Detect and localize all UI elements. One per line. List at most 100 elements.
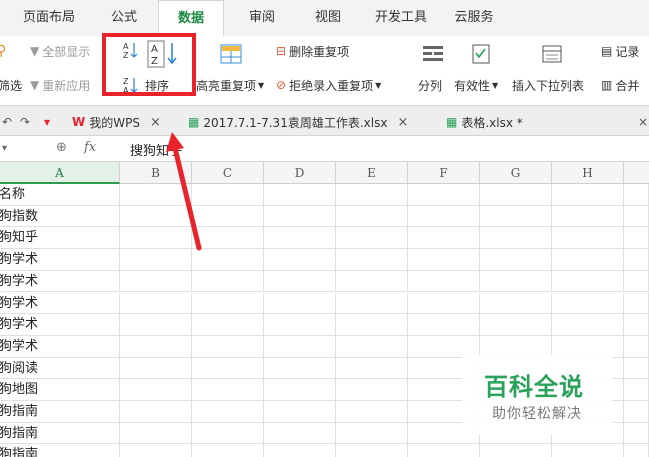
split-column-button[interactable]: 分列 (418, 74, 442, 96)
validity-button[interactable]: 有效性 ▼ (454, 74, 498, 96)
redo-icon[interactable]: ↷ (20, 111, 30, 133)
tab-cloud[interactable]: 云服务 (444, 0, 504, 36)
merge-button[interactable]: ▥ 合并 (601, 74, 639, 96)
undo-icon[interactable]: ↶ (2, 111, 12, 133)
show-all-button[interactable]: ▼ 全部显示 (30, 40, 90, 62)
cell-empty[interactable] (192, 270, 264, 293)
cell-empty[interactable] (624, 444, 649, 457)
cell-empty[interactable] (336, 249, 408, 271)
cell-empty[interactable] (120, 270, 192, 293)
cell-empty[interactable] (192, 314, 264, 336)
tab-page-layout[interactable]: 页面布局 (10, 0, 88, 36)
cell-empty[interactable] (408, 292, 480, 315)
cell-empty[interactable] (480, 227, 552, 250)
insert-dropdown-icon[interactable] (541, 44, 563, 64)
cell-empty[interactable] (408, 227, 480, 250)
cell-empty[interactable] (120, 205, 192, 228)
cell-empty[interactable] (552, 444, 624, 457)
cell-empty[interactable] (480, 249, 552, 271)
cell-empty[interactable] (480, 205, 552, 228)
record-button[interactable]: ▤ 记录 (601, 40, 639, 62)
cell-empty[interactable] (192, 184, 264, 206)
cell-empty[interactable] (192, 335, 264, 358)
cell-empty[interactable] (336, 444, 408, 457)
cell-empty[interactable] (192, 205, 264, 228)
cell-empty[interactable] (336, 314, 408, 336)
cell-a[interactable]: 狗学术 (0, 249, 120, 271)
tab-data[interactable]: 数据 (158, 0, 224, 37)
cell-empty[interactable] (552, 249, 624, 271)
column-header-b[interactable]: B (120, 162, 192, 184)
tab-my-wps[interactable]: W 我的WPS × (72, 111, 161, 133)
cell-empty[interactable] (336, 422, 408, 445)
cell-empty[interactable] (408, 314, 480, 336)
cell-a[interactable]: 狗指南 (0, 401, 120, 423)
cell-empty[interactable] (480, 314, 552, 336)
validity-icon[interactable] (470, 44, 492, 64)
cell-empty[interactable] (624, 422, 649, 445)
tab-worksheet-file[interactable]: ▦ 2017.7.1-7.31袁周雄工作表.xlsx × (188, 111, 408, 133)
formula-input[interactable]: 搜狗知乎 (130, 140, 182, 159)
column-header-f[interactable]: F (408, 162, 480, 184)
cell-empty[interactable] (480, 184, 552, 206)
cell-a[interactable]: 狗学术 (0, 335, 120, 358)
cell-empty[interactable] (552, 184, 624, 206)
highlight-duplicates-button[interactable]: 高亮重复项 ▼ (196, 74, 264, 96)
cell-a[interactable]: 狗指数 (0, 205, 120, 228)
cell-empty[interactable] (264, 379, 336, 401)
column-header-c[interactable]: C (192, 162, 264, 184)
cell-empty[interactable] (624, 184, 649, 206)
cell-empty[interactable] (408, 270, 480, 293)
cell-empty[interactable] (120, 401, 192, 423)
cell-empty[interactable] (264, 205, 336, 228)
cell-empty[interactable] (336, 379, 408, 401)
cell-empty[interactable] (408, 444, 480, 457)
cell-empty[interactable] (336, 205, 408, 228)
cell-empty[interactable] (336, 335, 408, 358)
cell-a[interactable]: 狗知乎 (0, 227, 120, 250)
quick-access-icon[interactable]: ▾ (44, 111, 50, 133)
cell-a[interactable]: 狗地图 (0, 379, 120, 401)
highlight-duplicates-icon[interactable] (220, 44, 242, 64)
cell-a[interactable]: 狗学术 (0, 292, 120, 315)
tab-view[interactable]: 视图 (298, 0, 358, 36)
close-icon[interactable]: × (638, 111, 648, 133)
cell-empty[interactable] (264, 401, 336, 423)
tab-review[interactable]: 审阅 (234, 0, 290, 36)
column-header-d[interactable]: D (264, 162, 336, 184)
cell-a[interactable]: 狗学术 (0, 314, 120, 336)
cell-empty[interactable] (408, 184, 480, 206)
cell-empty[interactable] (624, 401, 649, 423)
cell-empty[interactable] (336, 270, 408, 293)
cell-empty[interactable] (624, 205, 649, 228)
cell-empty[interactable] (264, 335, 336, 358)
cell-empty[interactable] (264, 444, 336, 457)
cell-empty[interactable] (192, 292, 264, 315)
cell-empty[interactable] (192, 379, 264, 401)
cell-empty[interactable] (264, 227, 336, 250)
close-icon[interactable]: × (397, 115, 408, 130)
close-icon[interactable]: × (150, 115, 161, 130)
cell-empty[interactable] (264, 292, 336, 315)
cell-a[interactable]: 狗指南 (0, 422, 120, 445)
cell-empty[interactable] (264, 357, 336, 380)
cell-empty[interactable] (264, 270, 336, 293)
reject-duplicates-button[interactable]: ⊘ 拒绝录入重复项 ▼ (276, 74, 381, 96)
tab-formula[interactable]: 公式 (96, 0, 152, 36)
cell-empty[interactable] (624, 227, 649, 250)
cell-empty[interactable] (120, 357, 192, 380)
column-header-h[interactable]: H (552, 162, 624, 184)
tab-developer[interactable]: 开发工具 (364, 0, 438, 36)
cell-empty[interactable] (264, 184, 336, 206)
cell-empty[interactable] (552, 227, 624, 250)
cell-a[interactable]: 名称 (0, 184, 120, 206)
split-column-icon[interactable] (422, 44, 444, 64)
cell-empty[interactable] (552, 270, 624, 293)
cell-empty[interactable] (264, 249, 336, 271)
cell-empty[interactable] (624, 314, 649, 336)
cell-empty[interactable] (480, 444, 552, 457)
fx-label[interactable]: fx (84, 140, 96, 155)
cell-empty[interactable] (480, 292, 552, 315)
cell-empty[interactable] (120, 314, 192, 336)
cell-empty[interactable] (192, 357, 264, 380)
